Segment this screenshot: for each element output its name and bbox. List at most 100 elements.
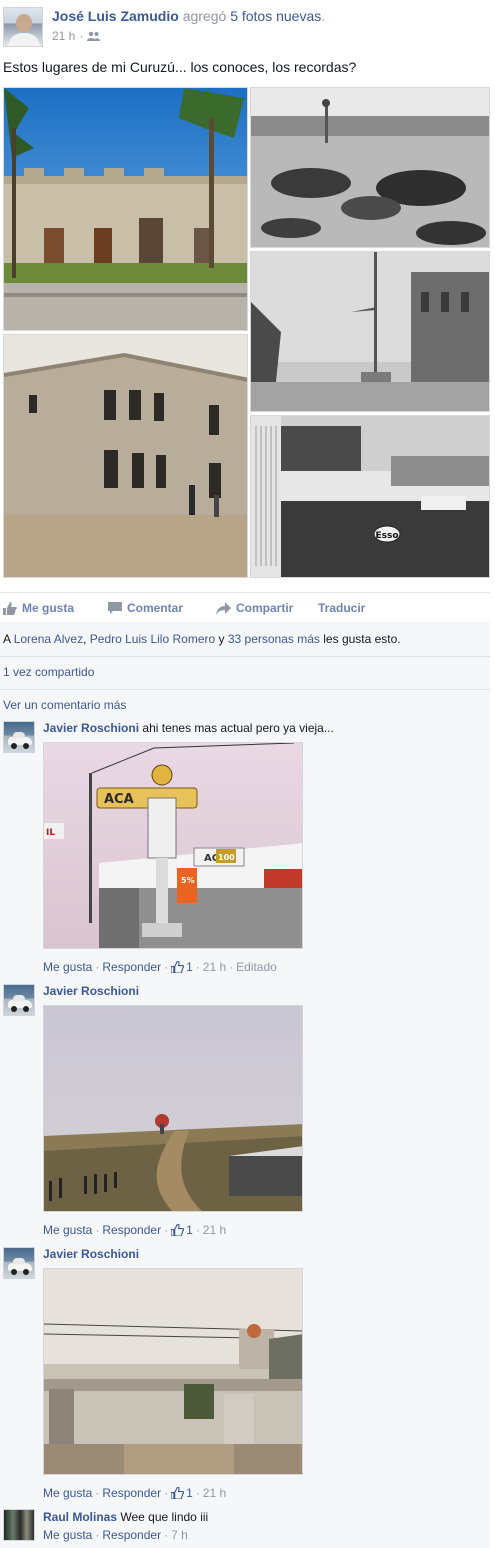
- likes-sep: ,: [83, 632, 87, 646]
- like-label: Me gusta: [22, 601, 75, 615]
- post-photo-5[interactable]: Esso: [250, 415, 490, 578]
- comment-photo[interactable]: [43, 1268, 303, 1475]
- comment-like-link[interactable]: Me gusta: [43, 1528, 92, 1542]
- comment-button[interactable]: Comentar: [108, 601, 183, 615]
- comment-label: Comentar: [127, 601, 184, 615]
- edited-label[interactable]: Editado: [236, 960, 277, 974]
- comment-like-count[interactable]: 1: [171, 1223, 193, 1237]
- post-meta: 21 h ·: [52, 29, 101, 43]
- comment-reply-link[interactable]: Responder: [102, 1528, 161, 1542]
- comment-4: Raul Molinas Wee que lindo iii: [43, 1510, 208, 1524]
- commenter-name[interactable]: Javier Roschioni: [43, 984, 139, 998]
- sign-100: 100: [218, 853, 235, 862]
- commenter-name[interactable]: Raul Molinas: [43, 1510, 117, 1524]
- comment-meta: Me gusta · Responder · 1 · 21 h: [43, 1223, 226, 1237]
- meta-sep: ·: [229, 960, 234, 974]
- meta-sep: ·: [164, 1486, 169, 1500]
- like-count-value: 1: [186, 1223, 193, 1237]
- commenter-avatar[interactable]: [3, 1509, 35, 1541]
- comment-photo[interactable]: ACA 100 ACA 5% IL: [43, 742, 303, 949]
- likes-prefix: A: [3, 632, 11, 646]
- post-photo-1[interactable]: [3, 87, 248, 331]
- comment-reply-link[interactable]: Responder: [102, 1223, 161, 1237]
- translate-button[interactable]: Traducir: [318, 601, 365, 615]
- comment-meta: Me gusta · Responder · 1 · 21 h: [43, 1486, 226, 1500]
- comment-meta: Me gusta · Responder · 1 · 21 h · Editad…: [43, 960, 277, 974]
- aca-sign: ACA: [104, 792, 134, 807]
- comment-photo[interactable]: [43, 1005, 303, 1212]
- commenter-avatar[interactable]: [3, 721, 35, 753]
- post-photo-3[interactable]: [250, 251, 490, 412]
- likes-suffix: les gusta esto.: [323, 632, 401, 646]
- comment-reply-link[interactable]: Responder: [102, 1486, 161, 1500]
- likes-summary: A Lorena Alvez, Pedro Luis Lilo Romero y…: [3, 632, 401, 646]
- esso-label: Esso: [375, 531, 398, 541]
- comment-text: ahi tenes mas actual pero ya vieja...: [142, 721, 334, 735]
- share-icon: [216, 601, 231, 615]
- comment-reply-link[interactable]: Responder: [102, 960, 161, 974]
- author-name[interactable]: José Luis Zamudio: [52, 8, 179, 24]
- divider: [0, 656, 490, 657]
- thumbs-up-icon: [171, 961, 185, 973]
- like-button[interactable]: Me gusta: [3, 601, 74, 615]
- post-header: José Luis Zamudio agregó 5 fotos nuevas.…: [0, 0, 495, 52]
- liker-link[interactable]: Lorena Alvez: [14, 632, 83, 646]
- meta-sep: ·: [164, 1223, 169, 1237]
- commenter-name[interactable]: Javier Roschioni: [43, 721, 139, 735]
- comment-like-count[interactable]: 1: [171, 1486, 193, 1500]
- shares-link[interactable]: 1 vez compartido: [3, 665, 94, 679]
- divider: [0, 689, 490, 690]
- post-headline: José Luis Zamudio agregó 5 fotos nuevas.: [52, 8, 325, 24]
- commenter-avatar[interactable]: [3, 1247, 35, 1279]
- view-more-comments-link[interactable]: Ver un comentario más: [3, 698, 126, 712]
- meta-sep: ·: [79, 29, 84, 43]
- meta-sep: ·: [195, 960, 200, 974]
- comment-like-link[interactable]: Me gusta: [43, 960, 92, 974]
- comment-time[interactable]: 21 h: [203, 960, 226, 974]
- comment-icon: [108, 601, 122, 614]
- share-label: Compartir: [236, 601, 294, 615]
- post-photo-4[interactable]: [3, 334, 248, 578]
- comment-meta: Me gusta · Responder · 7 h: [43, 1528, 188, 1542]
- like-count-value: 1: [186, 960, 193, 974]
- meta-sep: ·: [95, 960, 100, 974]
- comment-time[interactable]: 7 h: [171, 1528, 188, 1542]
- thumbs-up-icon: [171, 1487, 185, 1499]
- meta-sep: ·: [164, 960, 169, 974]
- comment-like-link[interactable]: Me gusta: [43, 1486, 92, 1500]
- likes-and: y: [218, 632, 225, 646]
- meta-sep: ·: [95, 1528, 100, 1542]
- post-text: Estos lugares de mi Curuzú... los conoce…: [3, 59, 357, 75]
- post-photo-2[interactable]: [250, 87, 490, 248]
- comment-1: Javier Roschioni ahi tenes mas actual pe…: [43, 721, 334, 735]
- meta-sep: ·: [95, 1223, 100, 1237]
- headline-period: .: [321, 8, 326, 24]
- more-likers-link[interactable]: 33 personas más: [228, 632, 320, 646]
- meta-sep: ·: [95, 1486, 100, 1500]
- share-button[interactable]: Compartir: [216, 601, 293, 615]
- comment-text: Wee que lindo iii: [120, 1510, 209, 1524]
- commenter-name[interactable]: Javier Roschioni: [43, 1247, 139, 1261]
- friends-icon[interactable]: [87, 31, 101, 41]
- author-avatar[interactable]: [3, 7, 43, 47]
- meta-sep: ·: [195, 1223, 200, 1237]
- commenter-avatar[interactable]: [3, 984, 35, 1016]
- liker-link[interactable]: Pedro Luis Lilo Romero: [90, 632, 215, 646]
- comment-2: Javier Roschioni: [43, 984, 139, 998]
- sign-il: IL: [46, 828, 55, 838]
- comment-like-link[interactable]: Me gusta: [43, 1223, 92, 1237]
- comment-time[interactable]: 21 h: [203, 1486, 226, 1500]
- post-action: agregó: [182, 8, 227, 24]
- meta-sep: ·: [164, 1528, 169, 1542]
- comment-time[interactable]: 21 h: [203, 1223, 226, 1237]
- meta-sep: ·: [195, 1486, 200, 1500]
- photos-link[interactable]: 5 fotos nuevas: [230, 8, 321, 24]
- post-actions-bar: Me gusta Comentar Compartir Traducir: [0, 592, 490, 622]
- post-timestamp[interactable]: 21 h: [52, 29, 75, 43]
- comment-like-count[interactable]: 1: [171, 960, 193, 974]
- comment-3: Javier Roschioni: [43, 1247, 139, 1261]
- thumbs-up-icon: [171, 1224, 185, 1236]
- sign-5: 5%: [181, 876, 195, 885]
- thumbs-up-icon: [3, 601, 17, 615]
- translate-label: Traducir: [318, 601, 366, 615]
